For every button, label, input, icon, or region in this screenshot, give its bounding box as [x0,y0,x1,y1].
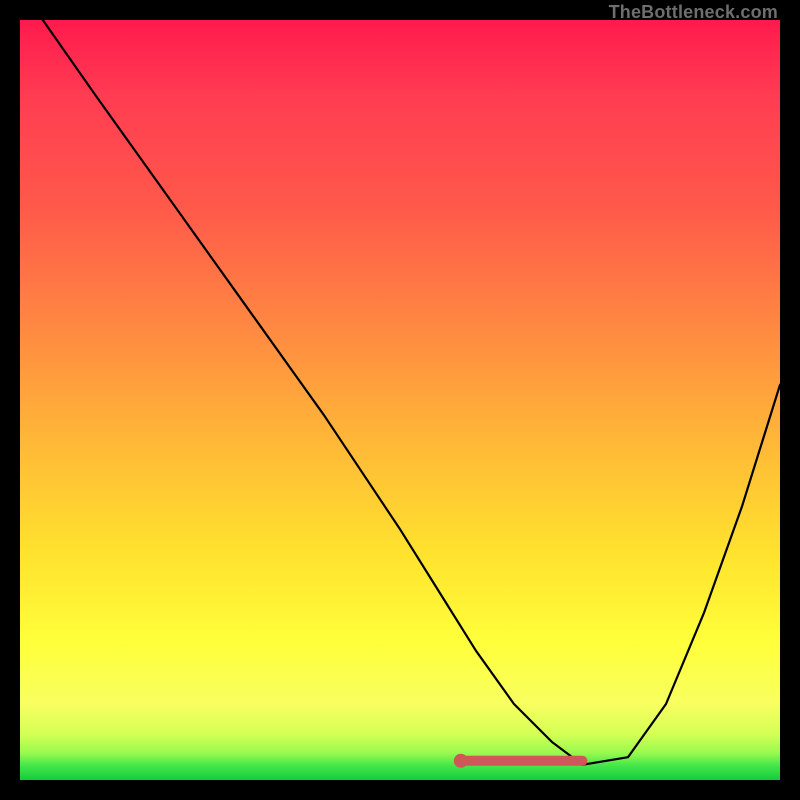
optimal-range-start-dot [454,754,468,768]
chart-overlay [20,20,780,780]
plot-area [20,20,780,780]
bottleneck-curve [43,20,780,765]
chart-frame: TheBottleneck.com [0,0,800,800]
